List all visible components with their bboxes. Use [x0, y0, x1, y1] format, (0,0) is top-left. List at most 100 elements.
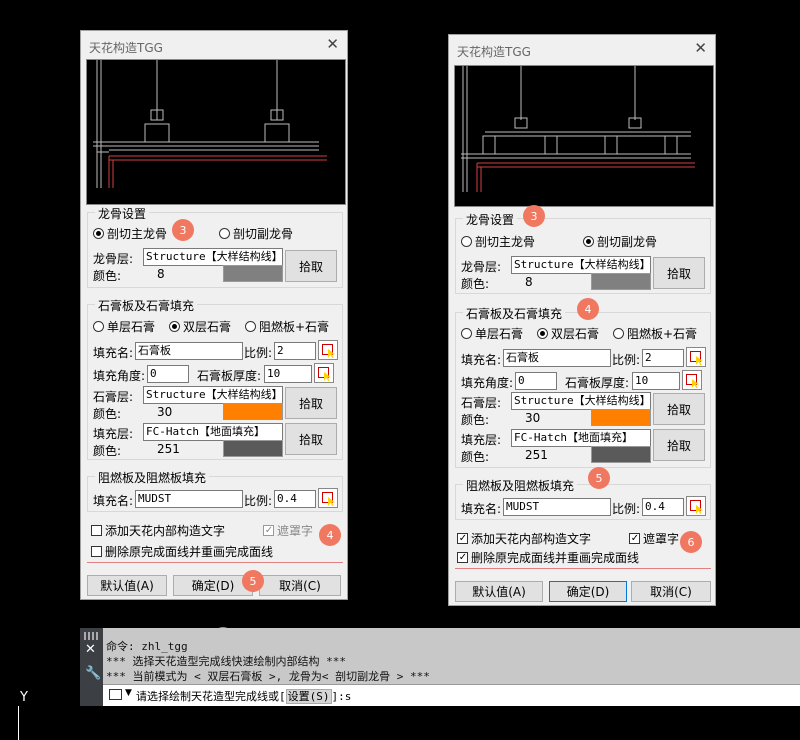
fill-name-label: 填充名: [93, 346, 134, 360]
keel-layer-field[interactable]: Structure【大样结构线】 [511, 256, 651, 274]
cancel-button[interactable]: 取消(C) [631, 581, 711, 602]
fill-layer-field[interactable]: FC-Hatch【地面填充】 [143, 423, 283, 441]
radio-button[interactable] [245, 321, 256, 332]
fire-scale-field[interactable]: 0.4 [642, 498, 684, 516]
gypsum-pick-button[interactable]: 拾取 [285, 387, 337, 419]
fill-color-value: 251 [525, 448, 548, 462]
keel-color-swatch[interactable] [591, 273, 651, 290]
fill-name-field[interactable]: 石膏板 [135, 342, 243, 360]
grip-icon[interactable] [84, 632, 100, 640]
chk-add-text[interactable]: 添加天花内部构造文字 [91, 522, 225, 539]
checkbox[interactable] [91, 546, 102, 557]
wrench-icon[interactable]: 🔧 [85, 666, 101, 681]
radio-single-gypsum[interactable]: 单层石膏 [461, 325, 523, 342]
pick-thickness-icon[interactable] [682, 370, 702, 390]
gypsum-layer-field[interactable]: Structure【大样结构线】 [143, 386, 283, 404]
radio-single-gypsum[interactable]: 单层石膏 [93, 318, 155, 335]
keel-color-swatch[interactable] [223, 265, 283, 282]
checkbox[interactable] [263, 525, 274, 536]
thickness-field[interactable]: 10 [264, 365, 312, 383]
angle-field[interactable]: 0 [147, 365, 189, 383]
ok-button[interactable]: 确定(D) [173, 575, 253, 596]
prompt-option-setting[interactable]: 设置(S) [285, 689, 332, 704]
pick-thickness-icon[interactable] [314, 363, 334, 383]
cancel-button[interactable]: 取消(C) [259, 575, 341, 596]
annotation-badge: 6 [680, 531, 702, 553]
pick-fire-hatch-icon[interactable] [318, 488, 338, 508]
gypsum-layer-field[interactable]: Structure【大样结构线】 [511, 392, 651, 410]
fire-fill-name-field[interactable]: MUDST [135, 490, 243, 508]
checkbox-label: 删除原完成面线并重画完成面线 [471, 551, 640, 565]
angle-label: 填充角度: [93, 369, 146, 383]
chk-delete-redraw[interactable]: 删除原完成面线并重画完成面线 [457, 549, 639, 566]
pick-fire-hatch-icon[interactable] [686, 496, 706, 516]
radio-sub-keel[interactable]: 剖切副龙骨 [219, 225, 293, 242]
thickness-field[interactable]: 10 [632, 372, 680, 390]
radio-button[interactable] [613, 328, 624, 339]
checkbox[interactable] [457, 533, 468, 544]
radio-button[interactable] [169, 321, 180, 332]
ok-button[interactable]: 确定(D) [549, 581, 627, 602]
chk-mask-text[interactable]: 遮罩字 [263, 522, 313, 539]
close-icon[interactable]: ✕ [326, 35, 339, 53]
chk-add-text[interactable]: 添加天花内部构造文字 [457, 530, 591, 547]
fill-color-swatch[interactable] [223, 440, 283, 457]
angle-field[interactable]: 0 [515, 372, 557, 390]
radio-label: 剖切主龙骨 [475, 235, 536, 249]
keel-layer-field[interactable]: Structure【大样结构线】 [143, 248, 283, 266]
keel-pick-button[interactable]: 拾取 [653, 257, 705, 289]
fill-layer-field[interactable]: FC-Hatch【地面填充】 [511, 429, 651, 447]
gypsum-color-swatch[interactable] [223, 403, 283, 420]
radio-main-keel[interactable]: 剖切主龙骨 [461, 233, 535, 250]
chk-mask-text[interactable]: 遮罩字 [629, 530, 679, 547]
fill-name-field[interactable]: 石膏板 [503, 349, 611, 367]
radio-button[interactable] [583, 236, 594, 247]
gypsum-color-swatch[interactable] [591, 409, 651, 426]
keel-pick-button[interactable]: 拾取 [285, 250, 337, 282]
thickness-label: 石膏板厚度: [565, 376, 630, 390]
radio-button[interactable] [219, 228, 230, 239]
default-button[interactable]: 默认值(A) [455, 581, 543, 602]
radio-label: 剖切副龙骨 [597, 235, 658, 249]
fill-pick-button[interactable]: 拾取 [653, 429, 705, 461]
radio-double-gypsum[interactable]: 双层石膏 [537, 325, 599, 342]
chevron-down-icon[interactable]: ▼ [125, 688, 132, 698]
command-prompt-text: 请选择绘制天花造型完成线或[设置(S)]:s [136, 688, 351, 704]
radio-double-gypsum[interactable]: 双层石膏 [169, 318, 231, 335]
close-icon[interactable]: ✕ [85, 642, 96, 657]
scale-field[interactable]: 2 [274, 342, 316, 360]
checkbox[interactable] [457, 552, 468, 563]
radio-button[interactable] [93, 228, 104, 239]
command-input[interactable]: ▼ 请选择绘制天花造型完成线或[设置(S)]:s [103, 684, 800, 706]
pick-hatch-icon[interactable] [686, 347, 706, 367]
radio-fire-gypsum[interactable]: 阻燃板+石膏 [613, 325, 697, 342]
annotation-badge: 4 [319, 524, 341, 546]
command-prompt-icon[interactable] [109, 689, 122, 700]
radio-fire-gypsum[interactable]: 阻燃板+石膏 [245, 318, 329, 335]
chk-delete-redraw[interactable]: 删除原完成面线并重画完成面线 [91, 543, 273, 560]
fill-pick-button[interactable]: 拾取 [285, 423, 337, 455]
gypsum-group-title: 石膏板及石膏填充 [95, 297, 198, 314]
thickness-label: 石膏板厚度: [197, 369, 262, 383]
gypsum-group-title: 石膏板及石膏填充 [463, 305, 566, 322]
keel-color-value: 8 [525, 275, 533, 289]
command-window-handle[interactable]: ✕ 🔧 [80, 628, 103, 706]
checkbox[interactable] [91, 525, 102, 536]
radio-button[interactable] [93, 321, 104, 332]
fire-scale-field[interactable]: 0.4 [274, 490, 316, 508]
command-history-line: *** 选择天花造型完成线快速绘制内部结构 *** [106, 655, 346, 668]
scale-field[interactable]: 2 [642, 349, 684, 367]
radio-sub-keel[interactable]: 剖切副龙骨 [583, 233, 657, 250]
radio-button[interactable] [537, 328, 548, 339]
fire-fill-name-field[interactable]: MUDST [503, 498, 611, 516]
radio-main-keel[interactable]: 剖切主龙骨 [93, 225, 167, 242]
fill-color-swatch[interactable] [591, 446, 651, 463]
default-button[interactable]: 默认值(A) [87, 575, 167, 596]
radio-button[interactable] [461, 328, 472, 339]
gypsum-pick-button[interactable]: 拾取 [653, 393, 705, 425]
fill-color-value: 251 [157, 442, 180, 456]
pick-hatch-icon[interactable] [318, 340, 338, 360]
close-icon[interactable]: ✕ [694, 39, 707, 57]
checkbox[interactable] [629, 533, 640, 544]
radio-button[interactable] [461, 236, 472, 247]
